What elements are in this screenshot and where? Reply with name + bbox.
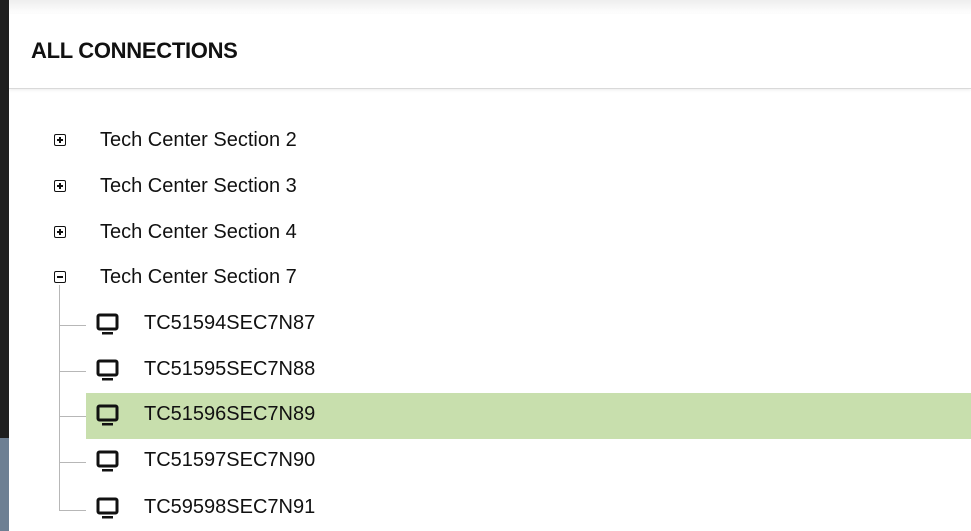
left-edge-lower-bar [0, 438, 9, 531]
monitor-icon [96, 359, 119, 381]
monitor-icon [96, 497, 119, 519]
tree-section-4[interactable]: Tech Center Section 4 [9, 211, 971, 257]
section-label: Tech Center Section 7 [100, 266, 297, 288]
tree-section-2[interactable]: Tech Center Section 2 [9, 119, 971, 165]
app-frame: ALL CONNECTIONS Tech Center Section 2 Te… [0, 0, 971, 531]
monitor-icon [96, 450, 119, 472]
section-label: Tech Center Section 3 [100, 175, 297, 197]
tree-connector-branch [59, 325, 86, 326]
tree-connector-line [59, 285, 60, 511]
connection-label: TC51597SEC7N90 [144, 449, 316, 471]
tree-item-connection[interactable]: TC59598SEC7N91 [86, 486, 971, 531]
expand-icon[interactable] [54, 134, 66, 146]
connections-panel: ALL CONNECTIONS Tech Center Section 2 Te… [9, 14, 971, 531]
section-label: Tech Center Section 4 [100, 221, 297, 243]
connection-label: TC51595SEC7N88 [144, 358, 316, 380]
tree-item-connection[interactable]: TC51597SEC7N90 [86, 439, 971, 485]
panel-title: ALL CONNECTIONS [31, 38, 238, 63]
monitor-icon [96, 404, 119, 426]
tree-item-connection[interactable]: TC51595SEC7N88 [86, 348, 971, 394]
tree-connector-branch [59, 462, 86, 463]
connection-label: TC51594SEC7N87 [144, 312, 316, 334]
connection-label: TC51596SEC7N89 [144, 403, 316, 425]
expand-icon[interactable] [54, 226, 66, 238]
connection-label: TC59598SEC7N91 [144, 496, 316, 518]
tree-section-7[interactable]: Tech Center Section 7 [9, 256, 971, 302]
monitor-icon [96, 313, 119, 335]
section-label: Tech Center Section 2 [100, 129, 297, 151]
tree-item-connection-selected[interactable]: TC51596SEC7N89 [86, 393, 971, 439]
tree-item-connection[interactable]: TC51594SEC7N87 [86, 302, 971, 348]
panel-header: ALL CONNECTIONS [9, 14, 971, 89]
tree-connector-branch [59, 510, 86, 511]
tree-connector-branch [59, 371, 86, 372]
collapse-icon[interactable] [54, 271, 66, 283]
tree-connector-branch [59, 416, 86, 417]
tree-section-3[interactable]: Tech Center Section 3 [9, 165, 971, 211]
expand-icon[interactable] [54, 180, 66, 192]
top-shadow [9, 0, 971, 14]
